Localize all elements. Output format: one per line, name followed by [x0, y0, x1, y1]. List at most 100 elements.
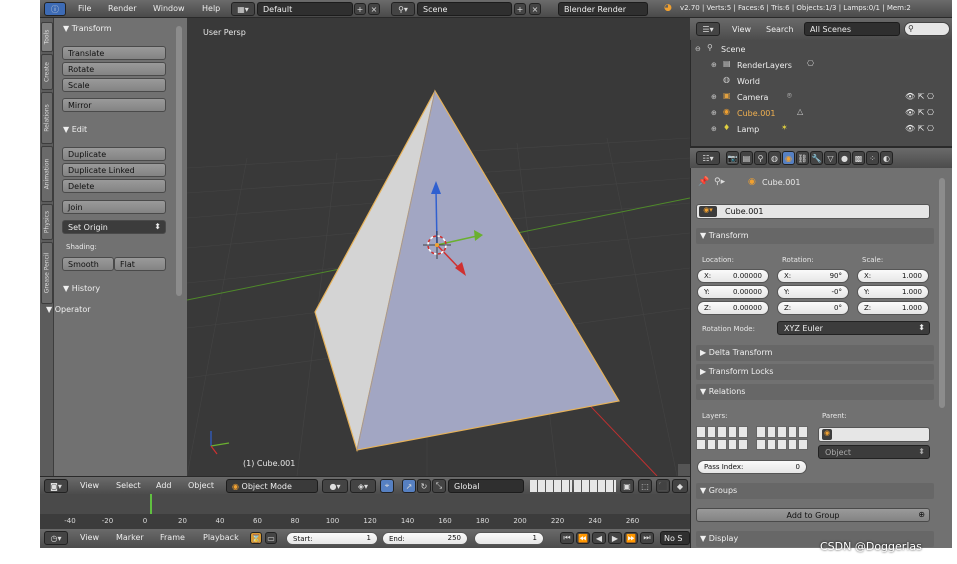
- location-y-field[interactable]: Y: 0.00000: [697, 285, 769, 299]
- outliner-search-input[interactable]: ⚲: [904, 22, 950, 36]
- scale-y-field[interactable]: Y: 1.000: [857, 285, 929, 299]
- flat-button[interactable]: Flat: [114, 257, 166, 271]
- visibility-toggles-camera[interactable]: 👁 ⇱ ⎔: [905, 92, 934, 101]
- rotate-manipulator-icon[interactable]: ↻: [417, 479, 431, 493]
- parent-field[interactable]: ◉: [818, 427, 930, 442]
- tab-physics[interactable]: Physics: [41, 204, 53, 240]
- timeline-menu-view[interactable]: View: [80, 533, 99, 542]
- rotation-y-field[interactable]: Y: -0°: [777, 285, 849, 299]
- screen-add-icon[interactable]: +: [354, 3, 366, 15]
- rotation-x-field[interactable]: X: 90°: [777, 269, 849, 283]
- properties-editor-type-icon[interactable]: ☷▾: [696, 151, 720, 165]
- tab-grease-pencil[interactable]: Grease Pencil: [41, 242, 53, 304]
- history-panel-header[interactable]: ▼ History: [63, 284, 100, 293]
- translate-button[interactable]: Translate: [62, 46, 166, 60]
- object-layers-grid-left[interactable]: [696, 426, 748, 450]
- info-editor-type-icon[interactable]: ⓘ: [44, 2, 66, 16]
- expand-icon[interactable]: ⊕: [711, 93, 717, 101]
- mirror-button[interactable]: Mirror: [62, 98, 166, 112]
- scene-add-icon[interactable]: +: [514, 3, 526, 15]
- rotation-z-field[interactable]: Z: 0°: [777, 301, 849, 315]
- scene-icon[interactable]: ⚲▾: [391, 2, 415, 16]
- lock-time-cursor-icon[interactable]: ▭: [265, 532, 277, 544]
- props-transform-header[interactable]: ▼ Transform: [696, 228, 934, 244]
- tool-shelf-scrollbar[interactable]: [176, 26, 182, 296]
- location-z-field[interactable]: Z: 0.00000: [697, 301, 769, 315]
- 3d-menu-add[interactable]: Add: [156, 481, 172, 490]
- preview-range-icon[interactable]: ⌛: [250, 532, 262, 544]
- menu-render[interactable]: Render: [108, 4, 136, 13]
- rotation-mode-select[interactable]: XYZ Euler ⬍: [777, 321, 930, 335]
- layer-buttons-right[interactable]: [574, 480, 616, 492]
- 3d-menu-view[interactable]: View: [80, 481, 99, 490]
- 3d-view-editor-type-icon[interactable]: ◙▾: [44, 479, 68, 493]
- object-layers-grid-right[interactable]: [756, 426, 808, 450]
- snap-element-icon[interactable]: ◆: [672, 479, 688, 493]
- outliner-menu-view[interactable]: View: [732, 25, 751, 34]
- layer-buttons-left[interactable]: [530, 480, 572, 492]
- duplicate-button[interactable]: Duplicate: [62, 147, 166, 161]
- start-frame-field[interactable]: Start: 1: [286, 532, 378, 545]
- pass-index-field[interactable]: Pass Index: 0: [697, 460, 807, 474]
- 3d-menu-select[interactable]: Select: [116, 481, 141, 490]
- delta-transform-header[interactable]: ▶ Delta Transform: [696, 345, 934, 361]
- jump-end-icon[interactable]: ⏭: [640, 532, 654, 544]
- properties-scrollbar[interactable]: [939, 178, 945, 408]
- scene-remove-icon[interactable]: ×: [529, 3, 541, 15]
- location-x-field[interactable]: X: 0.00000: [697, 269, 769, 283]
- outliner-editor-type-icon[interactable]: ☰▾: [696, 22, 720, 36]
- scale-button[interactable]: Scale: [62, 78, 166, 92]
- transform-locks-header[interactable]: ▶ Transform Locks: [696, 364, 934, 380]
- operator-panel-header[interactable]: ▼ Operator: [46, 305, 91, 314]
- timeline-menu-marker[interactable]: Marker: [116, 533, 144, 542]
- scale-x-field[interactable]: X: 1.000: [857, 269, 929, 283]
- pivot-point-icon[interactable]: ◈▾: [350, 479, 376, 493]
- duplicate-linked-button[interactable]: Duplicate Linked: [62, 163, 166, 177]
- relations-header[interactable]: ▼ Relations: [696, 384, 934, 400]
- expand-icon[interactable]: ⊖: [695, 45, 701, 53]
- outliner-display-mode-select[interactable]: All Scenes: [804, 22, 900, 36]
- tab-relations[interactable]: Relations: [41, 92, 53, 144]
- add-to-group-button[interactable]: Add to Group ⊕: [696, 508, 930, 522]
- smooth-button[interactable]: Smooth: [62, 257, 114, 271]
- current-frame-field[interactable]: 1: [474, 532, 544, 545]
- properties-context-tabs[interactable]: 📷 ▤ ⚲ ◍ ◉ ⛓ 🔧 ▽ ● ▩ ⁘ ◐: [726, 151, 893, 165]
- join-button[interactable]: Join: [62, 200, 166, 214]
- outliner-row-scene[interactable]: ⊖ ⚲ Scene: [691, 42, 953, 58]
- delete-button[interactable]: Delete: [62, 179, 166, 193]
- expand-icon[interactable]: ⊕: [711, 61, 717, 69]
- shading-mode-icon[interactable]: ●▾: [322, 479, 348, 493]
- play-reverse-icon[interactable]: ◀: [592, 532, 606, 544]
- outliner-row-world[interactable]: ◍ World: [691, 74, 953, 90]
- render-preview-icon[interactable]: ⬚: [638, 479, 652, 493]
- translate-manipulator-icon[interactable]: ↗: [402, 479, 416, 493]
- screen-layout-icon[interactable]: ▦▾: [231, 2, 255, 16]
- pin-icon[interactable]: 📌: [698, 177, 709, 187]
- visibility-toggles-cube[interactable]: 👁 ⇱ ⎔: [905, 108, 934, 117]
- timeline[interactable]: -40 -20 0 20 40 60 80 100 120 140 160 180 200 220 240 2…: [40, 494, 690, 529]
- parent-type-select[interactable]: Object ⬍: [818, 445, 930, 459]
- 3d-viewport[interactable]: User Persp (1) Cube.001: [187, 18, 690, 476]
- lock-layers-icon[interactable]: ▣: [620, 479, 634, 493]
- play-icon[interactable]: ▶: [608, 532, 622, 544]
- tab-create[interactable]: Create: [41, 54, 53, 90]
- end-frame-field[interactable]: End: 250: [382, 532, 468, 545]
- rotate-button[interactable]: Rotate: [62, 62, 166, 76]
- timeline-editor-type-icon[interactable]: ◷▾: [44, 531, 68, 545]
- jump-start-icon[interactable]: ⏮: [560, 532, 574, 544]
- scale-manipulator-icon[interactable]: ⤡: [432, 479, 446, 493]
- set-origin-select[interactable]: Set Origin ⬍: [62, 220, 166, 234]
- viewport-scroll-corner[interactable]: [678, 464, 690, 476]
- menu-file[interactable]: File: [78, 4, 91, 13]
- edit-panel-header[interactable]: ▼ Edit: [63, 125, 87, 134]
- timeline-menu-frame[interactable]: Frame: [160, 533, 185, 542]
- timeline-menu-playback[interactable]: Playback: [203, 533, 239, 542]
- screen-remove-icon[interactable]: ×: [368, 3, 380, 15]
- jump-key-forward-icon[interactable]: ⏩: [624, 532, 638, 544]
- scene-field[interactable]: Scene: [417, 2, 512, 16]
- expand-icon[interactable]: ⊕: [711, 125, 717, 133]
- screen-layout-field[interactable]: Default: [257, 2, 353, 16]
- scale-z-field[interactable]: Z: 1.000: [857, 301, 929, 315]
- tab-tools[interactable]: Tools: [41, 22, 53, 52]
- outliner-row-renderlayers[interactable]: ⊕ ▤ RenderLayers ⎔: [691, 58, 953, 74]
